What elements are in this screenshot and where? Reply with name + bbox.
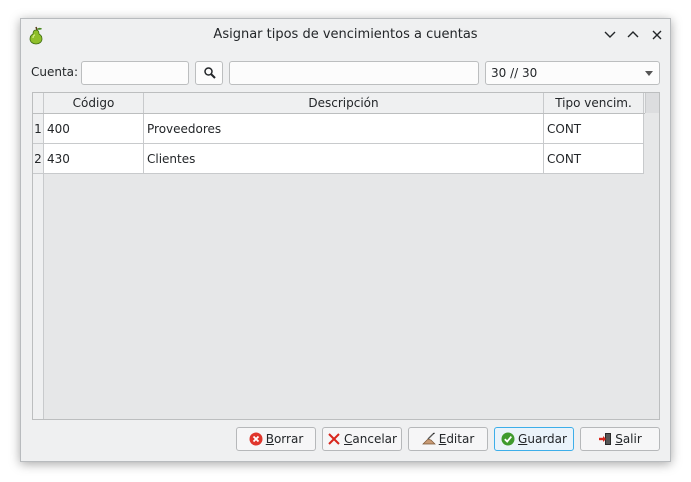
chevron-down-icon — [645, 71, 653, 76]
borrar-button[interactable]: Borrar — [236, 427, 316, 451]
column-header-codigo[interactable]: Código — [44, 93, 144, 113]
guardar-label: uardar — [527, 432, 567, 446]
editar-button[interactable]: Editar — [408, 427, 488, 451]
cuenta-input[interactable] — [81, 61, 189, 85]
search-button[interactable] — [195, 61, 223, 85]
row-number: 2 — [33, 144, 44, 174]
row-number: 1 — [33, 114, 44, 144]
guardar-button[interactable]: Guardar — [494, 427, 574, 451]
scrollbar-corner — [645, 93, 659, 113]
search-icon — [204, 67, 216, 79]
column-header-descripcion[interactable]: Descripción — [144, 93, 544, 113]
cancelar-button[interactable]: Cancelar — [322, 427, 402, 451]
filter-row: Cuenta: 30 // 30 — [21, 61, 670, 85]
cell-descripcion[interactable]: Clientes — [144, 144, 544, 174]
cell-tipo[interactable]: CONT — [544, 114, 644, 144]
dialog-window: Asignar tipos de vencimientos a cuentas … — [20, 18, 671, 462]
cell-tipo[interactable]: CONT — [544, 144, 644, 174]
window-title: Asignar tipos de vencimientos a cuentas — [213, 27, 478, 42]
cell-codigo[interactable]: 430 — [44, 144, 144, 174]
edit-hand-icon — [421, 432, 436, 445]
checkmark-icon — [501, 432, 515, 446]
salir-button[interactable]: Salir — [580, 427, 660, 451]
editar-label: ditar — [446, 432, 475, 446]
guardar-mnemonic: G — [518, 432, 528, 446]
borrar-label: orrar — [273, 432, 304, 446]
minimize-icon[interactable] — [601, 26, 619, 44]
column-header-tipo[interactable]: Tipo vencim. — [544, 93, 644, 113]
vencimiento-type-select[interactable]: 30 // 30 — [485, 61, 660, 85]
table-row[interactable]: 2 430 Clientes CONT — [33, 144, 644, 174]
corner-cell — [33, 93, 44, 113]
table-header: Código Descripción Tipo vencim. — [33, 93, 645, 114]
salir-mnemonic: S — [615, 432, 623, 446]
delete-icon — [249, 432, 263, 446]
table-row[interactable]: 1 400 Proveedores CONT — [33, 114, 644, 144]
select-value: 30 // 30 — [491, 66, 538, 80]
title-bar[interactable]: Asignar tipos de vencimientos a cuentas — [21, 19, 670, 50]
cuenta-description-input[interactable] — [229, 61, 479, 85]
cancelar-label: ancelar — [352, 432, 397, 446]
borrar-mnemonic: B — [265, 432, 274, 446]
salir-label: alir — [622, 432, 642, 446]
accounts-table[interactable]: Código Descripción Tipo vencim. 1 400 Pr… — [32, 92, 660, 420]
maximize-icon[interactable] — [624, 26, 642, 44]
close-icon[interactable] — [648, 26, 666, 44]
exit-door-icon — [599, 433, 612, 445]
cell-codigo[interactable]: 400 — [44, 114, 144, 144]
cell-descripcion[interactable]: Proveedores — [144, 114, 544, 144]
cuenta-label: Cuenta: — [31, 65, 79, 79]
cancel-icon — [328, 433, 340, 445]
